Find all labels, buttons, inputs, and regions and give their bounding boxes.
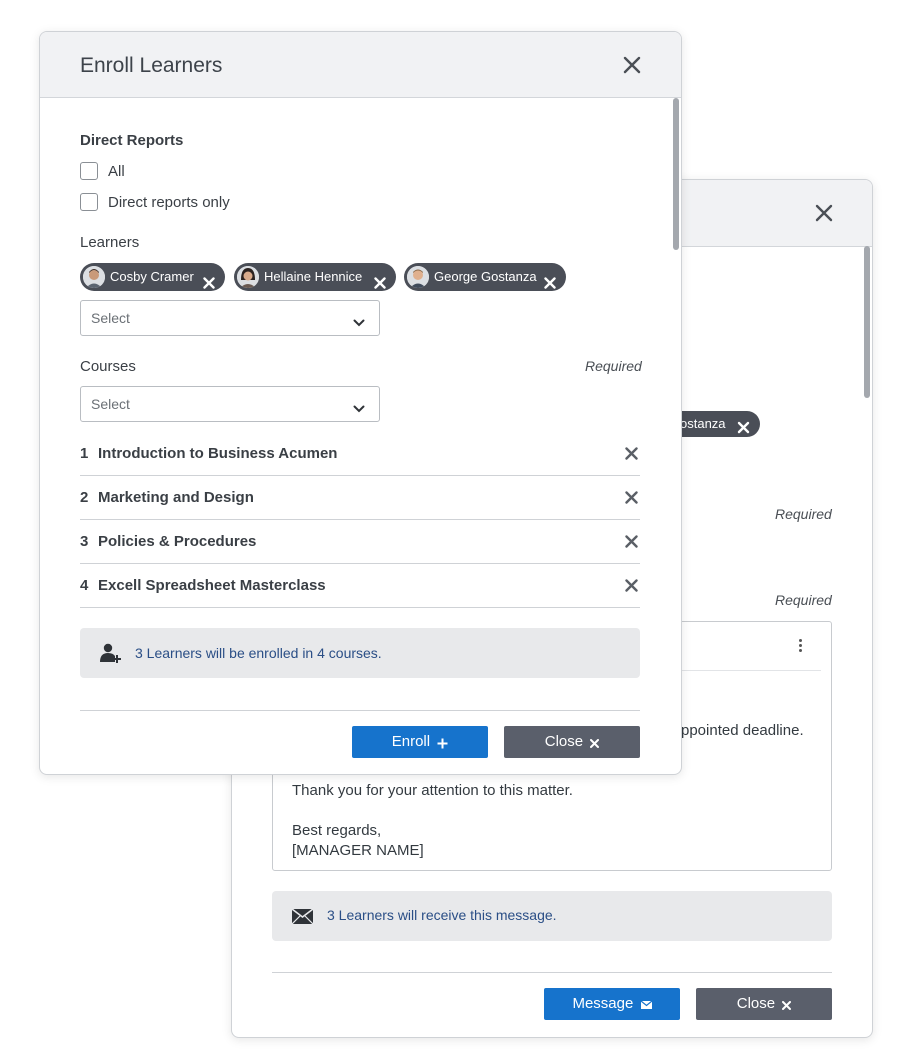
more-vertical-icon[interactable] xyxy=(799,639,803,654)
learner-chip: Hellaine Hennice xyxy=(234,263,396,291)
add-user-icon xyxy=(100,642,122,669)
direct-reports-only-label[interactable]: Direct reports only xyxy=(108,194,230,211)
direct-reports-only-checkbox[interactable] xyxy=(80,193,98,211)
remove-course-icon[interactable] xyxy=(625,535,638,553)
footer-divider xyxy=(272,972,832,973)
envelope-icon xyxy=(291,908,314,929)
footer-divider xyxy=(80,710,640,711)
button-label: Message xyxy=(572,995,634,1013)
info-message: 3 Learners will receive this message. xyxy=(327,907,557,923)
chip-label: Cosby Cramer xyxy=(110,269,194,284)
close-icon[interactable] xyxy=(815,204,833,222)
avatar xyxy=(83,266,105,288)
course-title: Introduction to Business Acumen xyxy=(98,445,338,462)
scrollbar[interactable] xyxy=(864,246,870,398)
remove-chip-icon[interactable] xyxy=(374,271,386,299)
select-placeholder: Select xyxy=(91,396,130,412)
enroll-button[interactable]: Enroll xyxy=(352,726,488,758)
message-text: [MANAGER NAME] xyxy=(292,842,424,859)
message-text: Best regards, xyxy=(292,822,382,839)
learner-chip: George Gostanza xyxy=(404,263,566,291)
all-checkbox[interactable] xyxy=(80,162,98,180)
courses-label: Courses xyxy=(80,358,136,375)
close-button[interactable]: Close xyxy=(504,726,640,758)
required-label: Required xyxy=(585,358,642,374)
course-row: 1 Introduction to Business Acumen xyxy=(80,432,640,476)
button-label: Close xyxy=(736,995,776,1013)
recipients-info: 3 Learners will receive this message. xyxy=(272,891,832,941)
direct-reports-heading: Direct Reports xyxy=(80,132,184,149)
required-label: Required xyxy=(775,592,832,608)
remove-course-icon[interactable] xyxy=(625,491,638,509)
course-number: 1 xyxy=(80,445,89,462)
button-label: Close xyxy=(544,733,584,751)
course-number: 2 xyxy=(80,489,89,506)
all-checkbox-label[interactable]: All xyxy=(108,163,125,180)
learner-chip: Cosby Cramer xyxy=(80,263,225,291)
chevron-down-icon xyxy=(353,400,365,418)
chip-label: ostanza xyxy=(680,416,726,431)
course-number: 4 xyxy=(80,577,89,594)
enrollment-info: 3 Learners will be enrolled in 4 courses… xyxy=(80,628,640,678)
required-label: Required xyxy=(775,506,832,522)
message-text: ppointed deadline. xyxy=(681,722,804,739)
envelope-icon xyxy=(640,996,652,1012)
select-placeholder: Select xyxy=(91,310,130,326)
course-row: 2 Marketing and Design xyxy=(80,476,640,520)
remove-chip-icon[interactable] xyxy=(203,271,215,299)
remove-chip-icon[interactable] xyxy=(544,271,556,299)
remove-course-icon[interactable] xyxy=(625,579,638,597)
course-title: Marketing and Design xyxy=(98,489,254,506)
close-icon[interactable] xyxy=(623,56,641,74)
avatar xyxy=(237,266,259,288)
message-button[interactable]: Message xyxy=(544,988,680,1020)
chip-label: George Gostanza xyxy=(434,269,537,284)
course-row: 4 Excell Spreadsheet Masterclass xyxy=(80,564,640,608)
chevron-down-icon xyxy=(353,314,365,332)
remove-chip-icon[interactable] xyxy=(737,417,750,443)
course-title: Excell Spreadsheet Masterclass xyxy=(98,577,326,594)
chip-label: Hellaine Hennice xyxy=(264,269,363,284)
avatar xyxy=(407,266,429,288)
learners-select[interactable]: Select xyxy=(80,300,380,336)
modal-header: Enroll Learners xyxy=(40,32,681,98)
remove-course-icon[interactable] xyxy=(625,447,638,465)
learners-label: Learners xyxy=(80,234,140,251)
courses-select[interactable]: Select xyxy=(80,386,380,422)
course-row: 3 Policies & Procedures xyxy=(80,520,640,564)
close-icon xyxy=(590,734,600,750)
course-title: Policies & Procedures xyxy=(98,533,257,550)
modal-title: Enroll Learners xyxy=(80,54,223,77)
info-message: 3 Learners will be enrolled in 4 courses… xyxy=(135,645,382,661)
enroll-learners-modal: Enroll Learners Direct Reports All Direc… xyxy=(39,31,682,775)
close-icon xyxy=(782,996,792,1012)
scrollbar[interactable] xyxy=(673,98,679,250)
message-text: Thank you for your attention to this mat… xyxy=(292,782,573,799)
course-number: 3 xyxy=(80,533,89,550)
close-button[interactable]: Close xyxy=(696,988,832,1020)
button-label: Enroll xyxy=(391,733,431,751)
plus-icon xyxy=(437,734,448,750)
